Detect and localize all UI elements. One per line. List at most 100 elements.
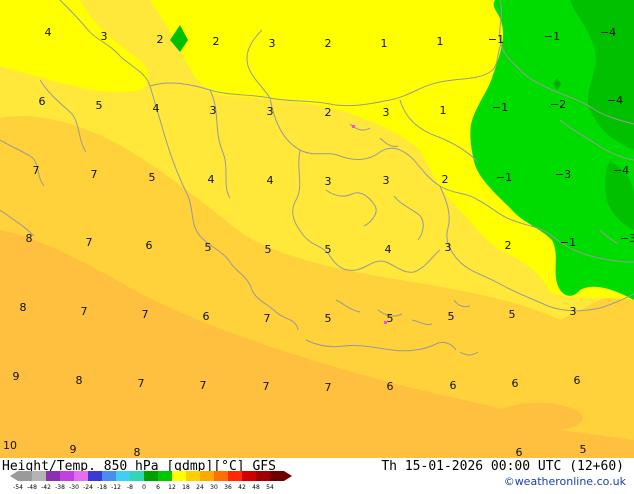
temperature-label: 3 — [101, 30, 108, 43]
scale-tick-label: 6 — [156, 484, 160, 490]
scale-swatch — [158, 471, 172, 481]
scale-swatch — [186, 471, 200, 481]
temperature-label: −1 — [492, 101, 508, 114]
temperature-label: 5 — [580, 443, 587, 456]
temperature-label: 5 — [509, 308, 516, 321]
temperature-label: −1 — [488, 33, 504, 46]
temperature-label: 6 — [387, 380, 394, 393]
color-scale: -54 -48 -42 -38 -30 -24 -18 -12 -8 0 6 12 18 24 30 36 42… — [10, 471, 300, 491]
temperature-label: 5 — [448, 310, 455, 323]
temperature-label: 8 — [134, 446, 141, 458]
scale-tick-label: 24 — [196, 484, 204, 490]
scale-tick-label: -54 — [13, 484, 23, 490]
temperature-label: 6 — [203, 310, 210, 323]
temperature-label: 5 — [96, 99, 103, 112]
temperature-label: 3 — [570, 305, 577, 318]
scale-swatch — [200, 471, 214, 481]
temperature-label: 5 — [325, 312, 332, 325]
temperature-label: −2 — [550, 98, 566, 111]
scale-tick-label: -8 — [127, 484, 133, 490]
scale-tick-label: 30 — [210, 484, 218, 490]
scale-tick-label: -18 — [97, 484, 107, 490]
temperature-label: 3 — [383, 174, 390, 187]
temperature-label: 6 — [516, 446, 523, 458]
temperature-map: 4 3 2 2 3 2 1 1 −1 −1 −4 6 5 4 3 3 2 3 1 −1 −2 −4 7 7 5 4 4 3 3 2 −1 −3… — [0, 0, 634, 458]
temperature-label: 4 — [385, 243, 392, 256]
temperature-label: 2 — [325, 37, 332, 50]
map-canvas: 4 3 2 2 3 2 1 1 −1 −1 −4 6 5 4 3 3 2 3 1 −1 −2 −4 7 7 5 4 4 3 3 2 −1 −3… — [0, 0, 634, 458]
temperature-label: 7 — [142, 308, 149, 321]
temperature-label: −1 — [544, 30, 560, 43]
scale-swatch — [46, 471, 60, 481]
temperature-label: 9 — [13, 370, 20, 383]
valid-time: Th 15-01-2026 00:00 UTC (12+60) — [381, 459, 624, 474]
scale-swatch — [60, 471, 74, 481]
scale-swatch — [228, 471, 242, 481]
scale-tick-label: -24 — [83, 484, 93, 490]
temperature-label: 8 — [20, 301, 27, 314]
temperature-label: 5 — [205, 241, 212, 254]
scale-swatch — [116, 471, 130, 481]
temperature-label: 7 — [263, 380, 270, 393]
temperature-label: −3 — [620, 232, 634, 245]
scale-tick-label: -38 — [55, 484, 65, 490]
temperature-label: −4 — [607, 94, 623, 107]
temperature-label: 6 — [146, 239, 153, 252]
temperature-label: 3 — [445, 241, 452, 254]
temperature-label: 6 — [450, 379, 457, 392]
temperature-label: 3 — [383, 106, 390, 119]
temperature-label: 2 — [213, 35, 220, 48]
temperature-label: 3 — [269, 37, 276, 50]
scale-tick-label: 48 — [252, 484, 260, 490]
temperature-label: 1 — [437, 35, 444, 48]
scale-tick-label: 42 — [238, 484, 246, 490]
scale-tick-label: 12 — [168, 484, 176, 490]
temperature-label: 6 — [574, 374, 581, 387]
temperature-label: 3 — [210, 104, 217, 117]
temperature-label: 2 — [157, 33, 164, 46]
scale-arrow-left — [10, 471, 18, 481]
temperature-label: 2 — [505, 239, 512, 252]
scale-swatch — [242, 471, 256, 481]
scale-swatch — [88, 471, 102, 481]
credit-link[interactable]: ©weatheronline.co.uk — [504, 475, 626, 488]
scale-swatch — [270, 471, 284, 481]
scale-swatch — [74, 471, 88, 481]
scale-tick-label: 18 — [182, 484, 190, 490]
temperature-label: 6 — [512, 377, 519, 390]
temperature-label: 7 — [264, 312, 271, 325]
temperature-label: 8 — [26, 232, 33, 245]
temperature-label: −1 — [496, 171, 512, 184]
scale-arrow-right — [284, 471, 292, 481]
temperature-label: 3 — [267, 105, 274, 118]
temperature-label: 2 — [442, 173, 449, 186]
scale-tick-label: 36 — [224, 484, 232, 490]
temperature-label: 7 — [91, 168, 98, 181]
scale-tick-label: -30 — [69, 484, 79, 490]
scale-swatch — [144, 471, 158, 481]
temperature-label: 9 — [70, 443, 77, 456]
scale-tick-label: 54 — [266, 484, 274, 490]
temperature-label: 8 — [76, 374, 83, 387]
scale-tick-label: -42 — [41, 484, 51, 490]
temperature-label: 1 — [381, 37, 388, 50]
scale-swatch — [102, 471, 116, 481]
scale-tick-label: -12 — [111, 484, 121, 490]
temperature-label: 5 — [149, 171, 156, 184]
temperature-label: 1 — [440, 104, 447, 117]
temperature-label: 4 — [153, 102, 160, 115]
temperature-label: 7 — [86, 236, 93, 249]
temperature-label: 2 — [325, 106, 332, 119]
scale-tick-label: -48 — [27, 484, 37, 490]
temperature-label: 10 — [3, 439, 17, 452]
temperature-label: 7 — [138, 377, 145, 390]
temperature-label: 4 — [208, 173, 215, 186]
temperature-label: 7 — [325, 381, 332, 394]
temperature-label: 4 — [267, 174, 274, 187]
temperature-label: 3 — [325, 175, 332, 188]
temperature-label: 6 — [39, 95, 46, 108]
temperature-label: 5 — [265, 243, 272, 256]
color-scale-bar: -54 -48 -42 -38 -30 -24 -18 -12 -8 0 6 12 18 24 30 36 42… — [10, 471, 292, 491]
temperature-label: 7 — [33, 164, 40, 177]
temperature-label: −3 — [555, 168, 571, 181]
